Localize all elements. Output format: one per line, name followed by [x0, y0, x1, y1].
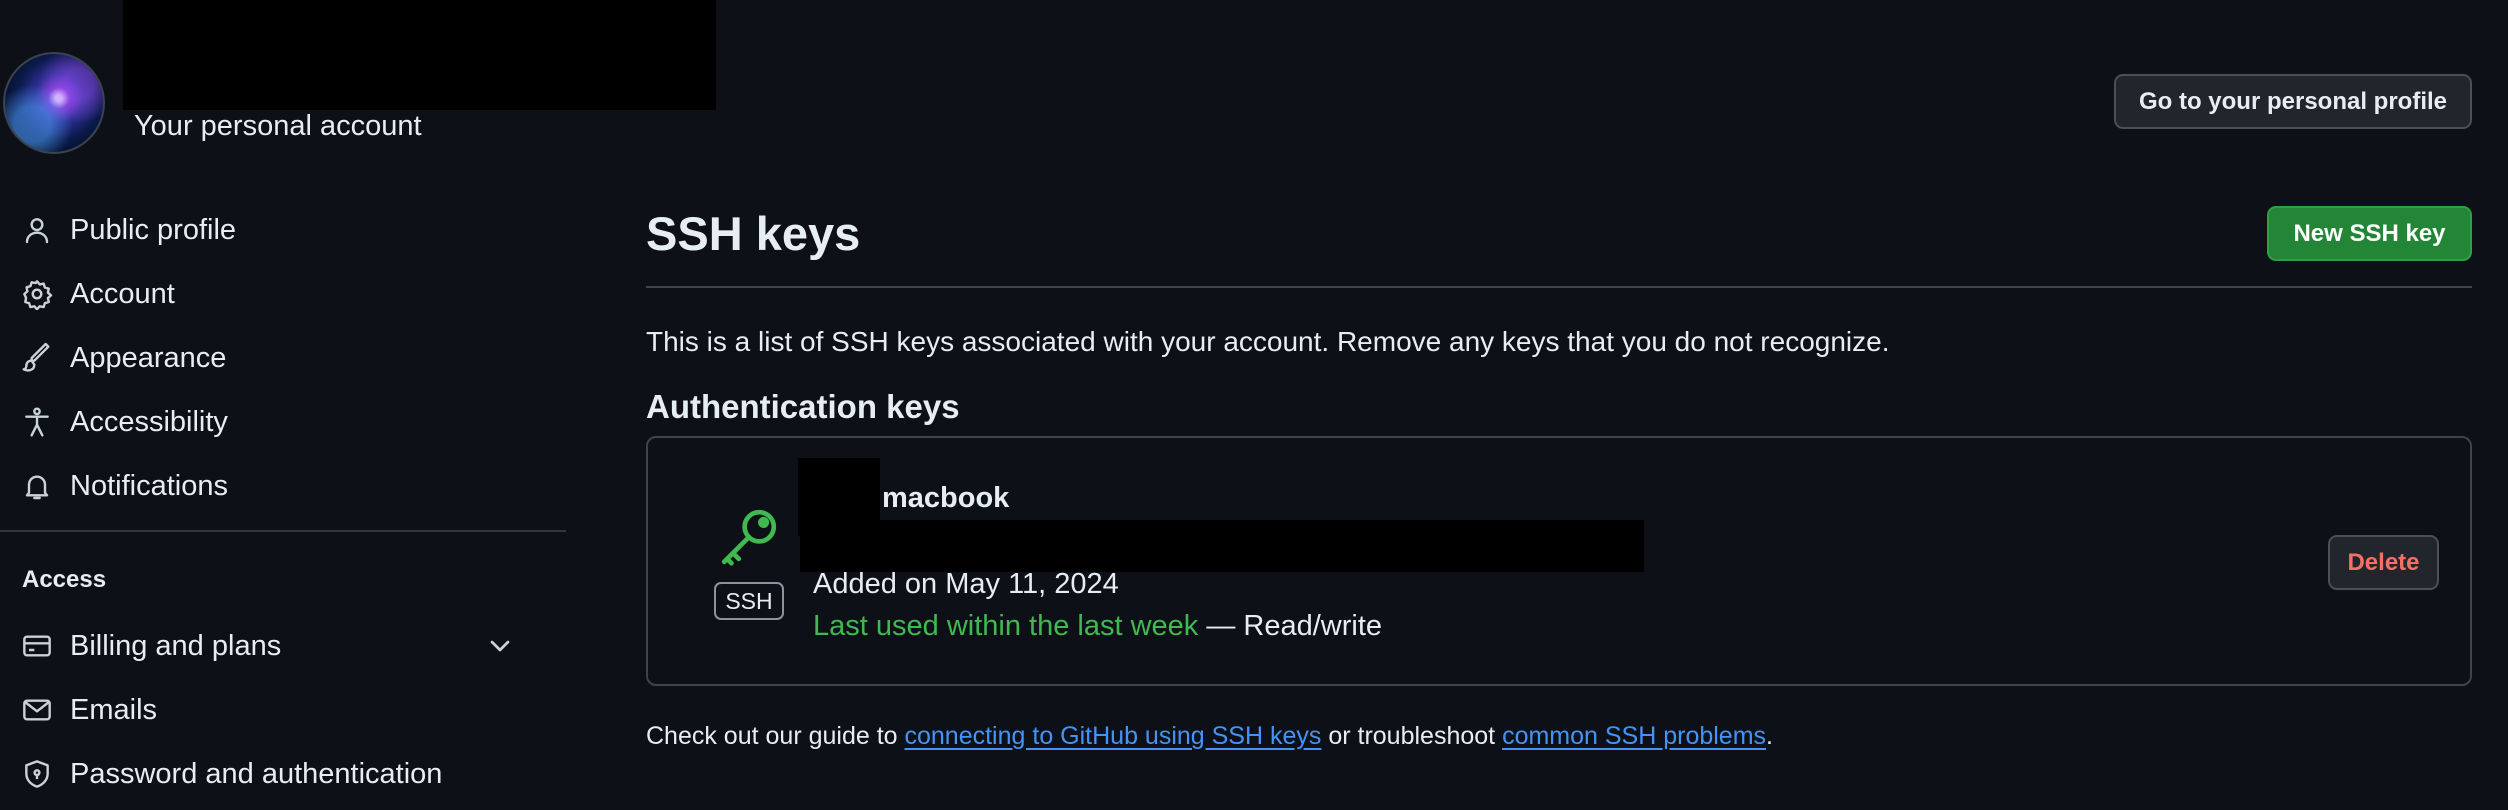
guide-suffix: .: [1766, 722, 1773, 750]
key-title: macbook: [882, 482, 1010, 514]
sidebar-item-billing[interactable]: Billing and plans: [20, 622, 540, 670]
key-added-date: Added on May 11, 2024: [813, 568, 1119, 600]
guide-text: Check out our guide to connecting to Git…: [646, 722, 1773, 751]
credit-card-icon: [20, 629, 54, 663]
sidebar-item-label: Emails: [70, 693, 158, 726]
ssh-key-card: SSH macbook Added on May 11, 2024 Last u…: [646, 436, 2472, 686]
redacted-username: [123, 0, 716, 110]
paintbrush-icon: [20, 341, 54, 375]
sidebar-item-password-authentication[interactable]: Password and authentication: [20, 750, 540, 798]
sidebar-item-label: Notifications: [70, 469, 228, 502]
sidebar-item-label: Billing and plans: [70, 629, 282, 662]
gear-icon: [20, 277, 54, 311]
sidebar-item-label: Accessibility: [70, 405, 228, 438]
sidebar-item-label: Public profile: [70, 213, 237, 246]
redacted-fingerprint: [800, 520, 1644, 572]
chevron-down-icon[interactable]: [484, 630, 516, 662]
sidebar-item-emails[interactable]: Emails: [20, 686, 540, 734]
key-access-level: — Read/write: [1198, 610, 1383, 642]
intro-text: This is a list of SSH keys associated wi…: [646, 326, 1890, 357]
key-usage: Last used within the last week — Read/wr…: [813, 610, 1382, 643]
sidebar-item-public-profile[interactable]: Public profile: [20, 206, 540, 254]
account-subtitle: Your personal account: [134, 110, 422, 142]
bell-icon: [20, 469, 54, 503]
guide-prefix: Check out our guide to: [646, 722, 905, 750]
sidebar-section-heading: Access: [22, 566, 107, 593]
title-divider: [646, 286, 2472, 288]
new-ssh-key-button[interactable]: New SSH key: [2267, 206, 2472, 261]
go-to-profile-button[interactable]: Go to your personal profile: [2114, 74, 2472, 129]
sidebar-item-notifications[interactable]: Notifications: [20, 462, 540, 510]
ssh-guide-link[interactable]: connecting to GitHub using SSH keys: [905, 722, 1322, 750]
key-icon: [714, 502, 784, 572]
sidebar-item-label: Account: [70, 277, 175, 310]
key-last-used: Last used within the last week: [813, 610, 1199, 642]
sidebar-item-label: Password and authentication: [70, 757, 443, 790]
sidebar-item-account[interactable]: Account: [20, 270, 540, 318]
key-type-badge: SSH: [714, 582, 784, 620]
authentication-keys-heading: Authentication keys: [646, 388, 960, 425]
sidebar-item-label: Appearance: [70, 341, 227, 374]
sidebar-item-accessibility[interactable]: Accessibility: [20, 398, 540, 446]
shield-lock-icon: [20, 757, 54, 791]
ssh-problems-link[interactable]: common SSH problems: [1502, 722, 1766, 750]
sidebar-divider: [0, 530, 566, 532]
avatar[interactable]: [3, 52, 105, 154]
accessibility-icon: [20, 405, 54, 439]
person-icon: [20, 213, 54, 247]
sidebar-item-appearance[interactable]: Appearance: [20, 334, 540, 382]
guide-middle: or troubleshoot: [1321, 722, 1503, 750]
settings-page: Your personal account Go to your persona…: [0, 0, 2508, 810]
delete-key-button[interactable]: Delete: [2328, 535, 2439, 590]
mail-icon: [20, 693, 54, 727]
page-title: SSH keys: [646, 207, 861, 260]
